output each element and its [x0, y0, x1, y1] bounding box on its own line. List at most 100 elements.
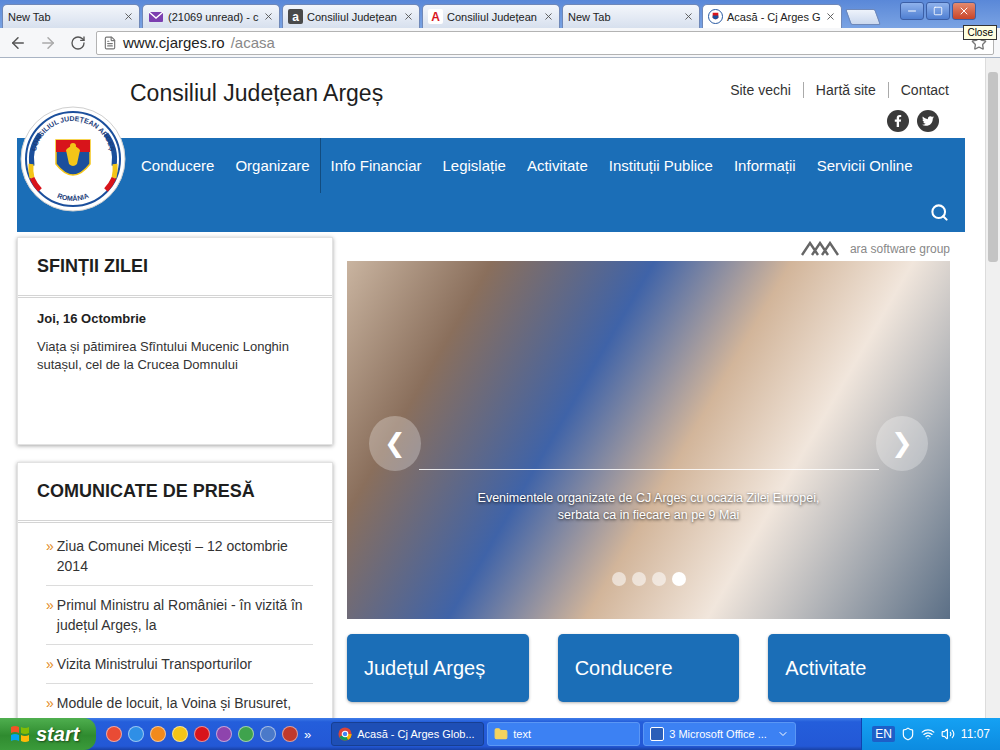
press-item[interactable]: »Ziua Comunei Micești – 12 octombrie 201… — [46, 527, 313, 586]
quick-launch-icon[interactable] — [282, 726, 298, 742]
site-header: Consiliul Județean Argeș Site vechi Hartă … — [17, 58, 965, 138]
top-link[interactable]: Contact — [888, 82, 949, 98]
quick-launch-icon[interactable] — [128, 726, 144, 742]
close-tab-icon[interactable] — [123, 11, 134, 22]
page-area: Consiliul Județean Argeș Site vechi Hartă … — [0, 58, 1000, 718]
task-button[interactable]: text — [487, 722, 640, 746]
site-title[interactable]: Consiliul Județean Argeș — [130, 58, 383, 138]
network-icon[interactable] — [921, 727, 935, 741]
facebook-button[interactable] — [887, 110, 909, 132]
address-path: /acasa — [231, 34, 965, 51]
quick-launch-icon[interactable] — [238, 726, 254, 742]
quick-launch-icon[interactable] — [194, 726, 210, 742]
quick-launch-icon[interactable] — [172, 726, 188, 742]
slider-dot[interactable] — [632, 572, 646, 586]
nav-item[interactable]: Conducere — [130, 138, 224, 193]
browser-tab[interactable]: aConsiliul Județean — [282, 4, 420, 28]
search-icon[interactable] — [930, 203, 949, 222]
card-heading: SFINȚII ZILEI — [18, 238, 332, 298]
slider-prev-button[interactable]: ❮ — [369, 416, 421, 471]
saints-card: SFINȚII ZILEIJoi, 16 OctombrieViața și p… — [17, 237, 333, 445]
forward-button[interactable] — [36, 31, 60, 55]
slider-dot[interactable] — [652, 572, 666, 586]
press-item[interactable]: »Module de locuit, la Voina și Brusuret, — [46, 684, 313, 718]
social-links — [887, 110, 939, 132]
close-tab-icon[interactable] — [263, 11, 274, 22]
security-icon[interactable] — [901, 727, 915, 741]
close-tab-icon[interactable] — [683, 11, 694, 22]
address-bar[interactable]: www.cjarges.ro/acasa — [96, 31, 994, 55]
task-label: text — [513, 728, 633, 740]
nav-item[interactable]: Instituții Publice — [598, 138, 723, 193]
scrollbar[interactable] — [985, 58, 1000, 718]
tab-label: (21069 unread) - c — [168, 11, 259, 23]
restore-button[interactable] — [926, 2, 950, 20]
new-tab-button[interactable] — [845, 9, 881, 25]
press-item[interactable]: »Vizita Ministrului Transporturilor — [46, 645, 313, 684]
slider-dot[interactable] — [672, 572, 686, 586]
nav-item[interactable]: Organizare — [224, 138, 319, 193]
masthead: Consiliul Județean Argeș Site vechi Hartă … — [17, 58, 965, 232]
close-window-button[interactable] — [952, 2, 976, 20]
nav-item[interactable]: Servicii Online — [806, 138, 923, 193]
browser-tab[interactable]: (21069 unread) - c — [142, 4, 280, 28]
browser-tab[interactable]: New Tab — [562, 4, 700, 28]
nav-item[interactable]: Info Financiar — [320, 138, 432, 193]
logo[interactable]: CONSILIUL JUDEȚEAN ARGEȘROMÂNIA — [20, 106, 126, 212]
reload-button[interactable] — [66, 31, 90, 55]
minimize-icon — [906, 5, 918, 17]
volume-icon[interactable] — [941, 727, 955, 741]
group-dropdown-icon — [777, 728, 789, 740]
quick-launch-icon[interactable] — [216, 726, 232, 742]
press-item[interactable]: »Primul Ministru al României - în vizită… — [46, 586, 313, 645]
vendor-credit[interactable]: ara software group — [347, 237, 950, 261]
slider-dot[interactable] — [612, 572, 626, 586]
forward-arrow-icon — [39, 34, 57, 52]
browser-tab[interactable]: AConsiliul Județean — [422, 4, 560, 28]
quick-launch: » — [96, 726, 319, 742]
task-button[interactable]: 3 Microsoft Office ... — [643, 722, 796, 746]
minimize-button[interactable] — [900, 2, 924, 20]
close-tab-icon[interactable] — [543, 11, 554, 22]
site-favicon-icon: A — [428, 9, 443, 24]
back-button[interactable] — [6, 31, 30, 55]
search-row — [17, 193, 965, 232]
clock[interactable]: 11:07 — [961, 727, 990, 741]
county-crest-logo-icon[interactable]: CONSILIUL JUDEȚEAN ARGEȘROMÂNIA — [20, 106, 126, 212]
top-link[interactable]: Site vechi — [730, 82, 791, 98]
photo-slider: ❮ ❯Evenimentele organizate de CJ Arges cu… — [347, 261, 950, 619]
twitter-icon — [922, 115, 934, 127]
nav-item[interactable]: Informații — [723, 138, 806, 193]
slider-next-button[interactable]: ❯ — [876, 416, 928, 471]
quick-launch-icon[interactable] — [260, 726, 276, 742]
quick-launch-overflow[interactable]: » — [304, 727, 311, 742]
browser-tab[interactable]: Acasă - Cj Arges G — [702, 4, 842, 28]
task-buttons: Acasă - Cj Arges Glob... text 3 Microsoft … — [331, 722, 796, 746]
windows-flag-icon — [10, 725, 30, 743]
scrollbar-thumb[interactable] — [988, 72, 998, 262]
task-button[interactable]: Acasă - Cj Arges Glob... — [331, 722, 484, 746]
bullet: » — [46, 654, 54, 674]
restore-icon — [933, 6, 943, 16]
slider-dots — [612, 572, 686, 586]
quick-launch-icon[interactable] — [106, 726, 122, 742]
tab-label: Acasă - Cj Arges G — [727, 11, 821, 23]
quick-link-button[interactable]: Conducere — [558, 634, 740, 702]
quick-link-button[interactable]: Activitate — [768, 634, 950, 702]
saints-text[interactable]: Viața și pătimirea Sfîntului Mucenic Lon… — [37, 338, 313, 374]
twitter-button[interactable] — [917, 110, 939, 132]
top-link[interactable]: Hartă site — [803, 82, 876, 98]
task-label: 3 Microsoft Office ... — [669, 728, 772, 740]
nav-item[interactable]: Activitate — [516, 138, 598, 193]
nav-item[interactable]: Legislație — [431, 138, 515, 193]
svg-text:CONSILIUL JUDEȚEAN ARGEȘ: CONSILIUL JUDEȚEAN ARGEȘ — [30, 115, 116, 152]
close-tab-icon[interactable] — [403, 11, 414, 22]
slide-caption: Evenimentele organizate de CJ Arges cu o… — [419, 469, 879, 524]
quick-launch-icon[interactable] — [150, 726, 166, 742]
quick-links: Județul Argeș Conducere Activitate — [347, 634, 950, 702]
close-tab-icon[interactable] — [825, 11, 836, 22]
language-indicator[interactable]: EN — [872, 726, 895, 742]
browser-tab[interactable]: New Tab — [2, 4, 140, 28]
start-button[interactable]: start — [0, 718, 96, 750]
quick-link-button[interactable]: Județul Argeș — [347, 634, 529, 702]
